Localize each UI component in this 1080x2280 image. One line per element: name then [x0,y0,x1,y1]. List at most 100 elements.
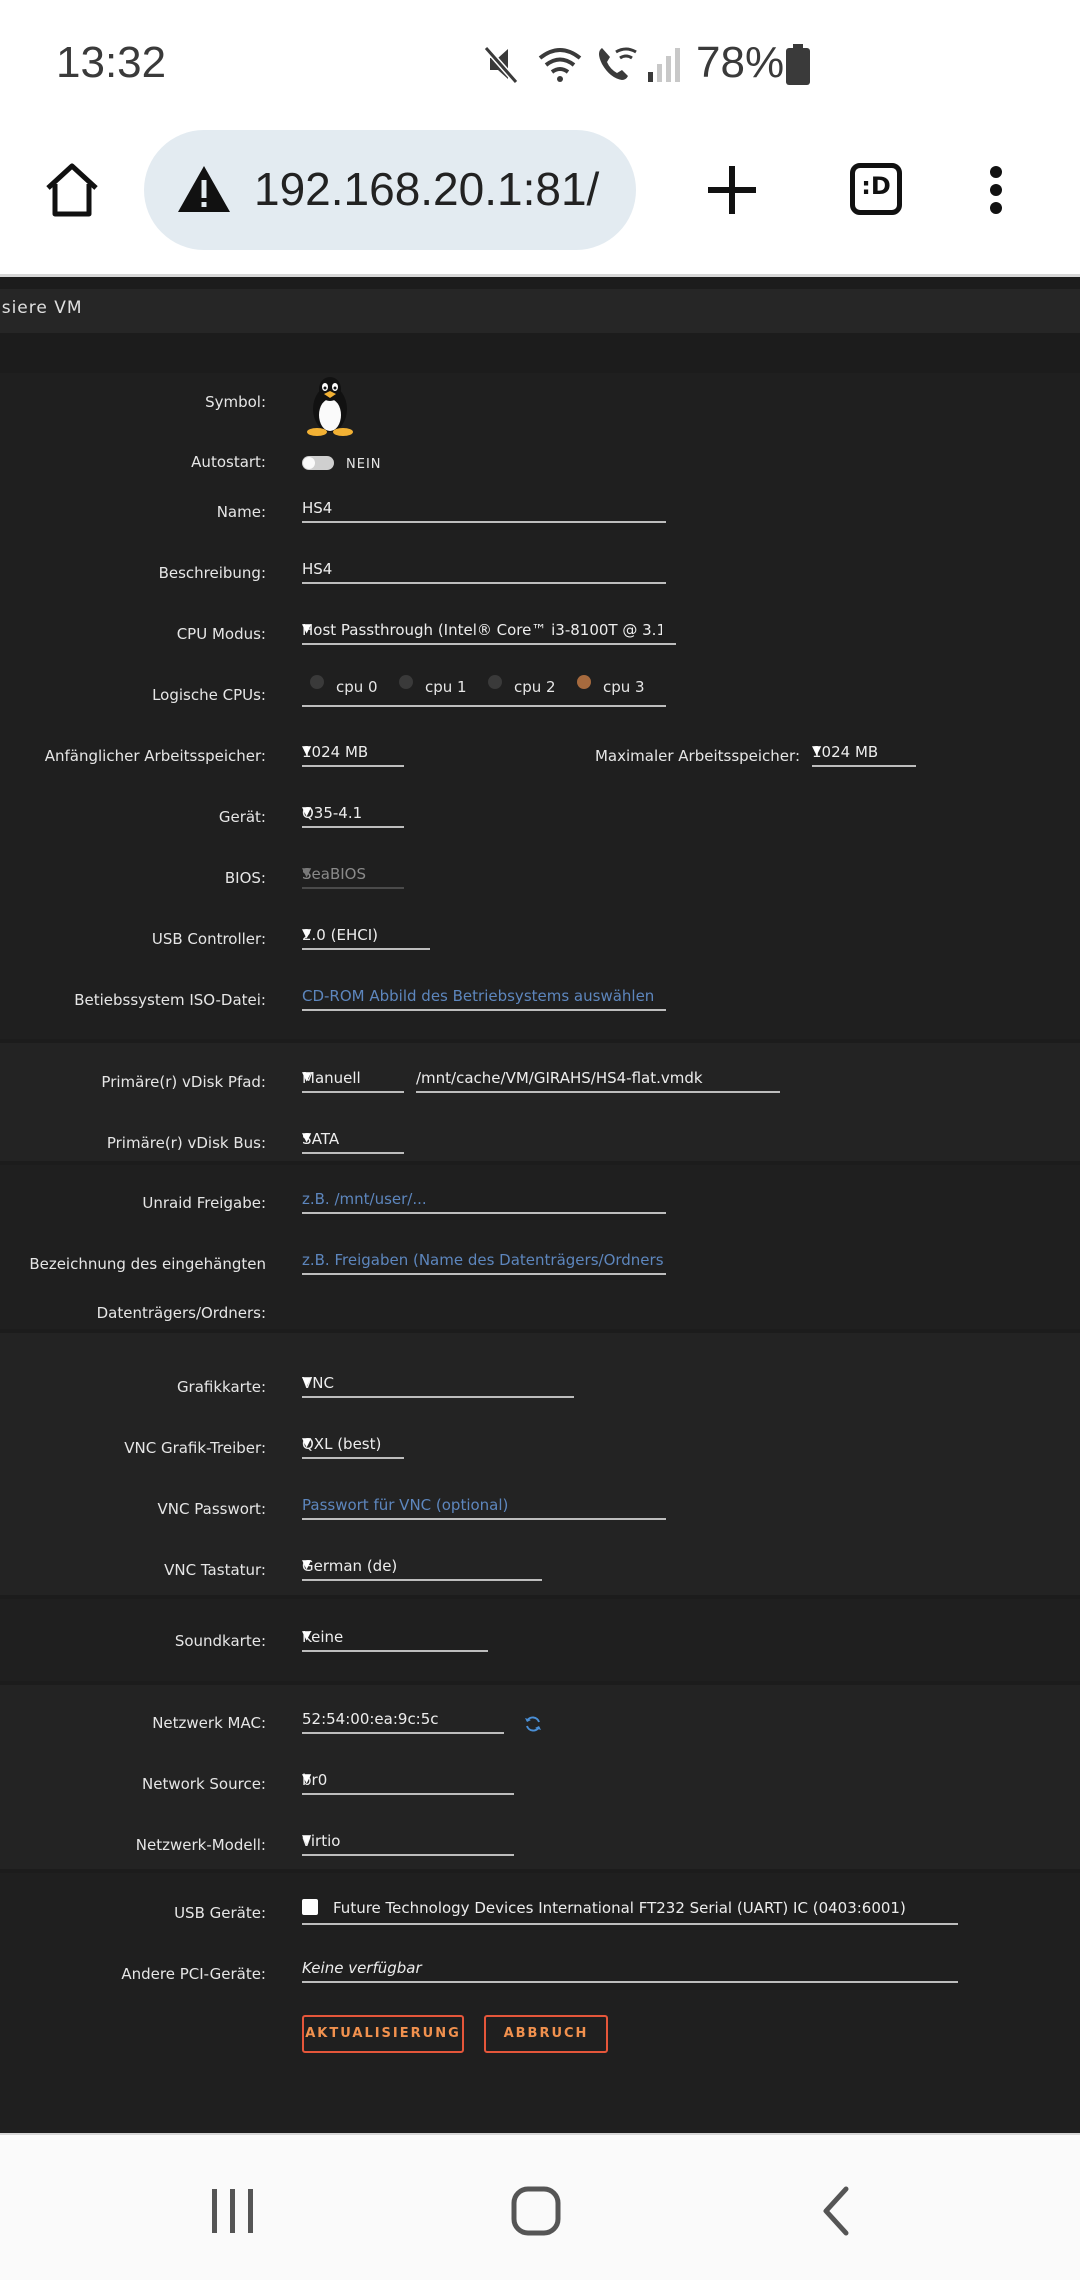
linux-tux-icon[interactable] [304,375,356,437]
autostart-toggle[interactable] [302,456,334,470]
bios-label: BIOS: [224,869,266,887]
machine-select[interactable]: Q35-4.1 ▼ [302,802,404,828]
cpu-0-label: cpu 0 [336,678,378,696]
back-icon[interactable] [818,2185,854,2237]
autostart-value: NEIN [346,457,382,472]
cpu-mode-label: CPU Modus: [176,625,266,643]
tab-switcher-icon[interactable]: :D [850,163,902,215]
android-nav-bar [0,2135,1080,2280]
cpu-1-checkbox[interactable] [399,675,413,689]
chevron-down-icon: ▼ [812,743,822,757]
section-shares: Unraid Freigabe: z.B. /mnt/user/... Beze… [0,1165,1080,1329]
page-title-bar: isiere VM [0,289,1080,333]
net-source-select[interactable]: br0 ▼ [302,1769,514,1795]
chevron-down-icon: ▼ [302,1374,312,1388]
description-input[interactable]: HS4 [302,558,666,584]
max-memory-select[interactable]: 1024 MB ▼ [812,741,916,767]
chevron-down-icon: ▼ [302,1628,312,1642]
home-icon[interactable] [42,160,102,220]
battery-icon [786,44,810,85]
initial-memory-select[interactable]: 1024 MB ▼ [302,741,404,767]
description-label: Beschreibung: [158,564,266,582]
mount-label-line2: Datenträgers/Ordners: [96,1304,266,1322]
address-bar[interactable]: 192.168.20.1:81/ [144,130,636,250]
section-devices: USB Geräte: Future Technology Devices In… [0,1873,1080,2135]
graphics-select[interactable]: VNC ▼ [302,1372,574,1398]
chevron-down-icon: ▼ [302,804,312,818]
max-memory-label: Maximaler Arbeitsspeicher: [594,747,800,765]
more-vert-icon[interactable] [982,164,1010,220]
pci-devices-value: Keine verfügbar [302,1957,958,1983]
vdisk-path-mode-select[interactable]: Manuell ▼ [302,1067,404,1093]
mute-icon [484,46,519,84]
vdisk-bus-select[interactable]: SATA ▼ [302,1128,404,1154]
section-network: Netzwerk MAC: 52:54:00:ea:9c:5c Network … [0,1685,1080,1869]
vm-edit-page: isiere VM Symbol: Autostart: NEIN Name: … [0,277,1080,2135]
usb-devices-group: Future Technology Devices International … [302,1893,958,1925]
cpu-0-checkbox[interactable] [310,675,324,689]
cpu-1-label: cpu 1 [425,678,467,696]
os-iso-input[interactable]: CD-ROM Abbild des Betriebsystems auswähl… [302,985,666,1011]
os-iso-label: Betiebssystem ISO-Datei: [74,991,266,1009]
mount-label-line1: Bezeichnung des eingehängten [29,1255,266,1273]
usb-device-checkbox[interactable] [302,1899,318,1915]
wifi-icon [538,48,582,82]
vnc-password-input[interactable]: Passwort für VNC (optional) [302,1494,666,1520]
section-graphics: Grafikkarte: VNC ▼ VNC Grafik-Treiber: QX… [0,1333,1080,1595]
cpu-checkbox-group: cpu 0 cpu 1 cpu 2 cpu 3 [302,665,666,707]
home-nav-icon[interactable] [510,2185,562,2237]
cpu-2-label: cpu 2 [514,678,556,696]
status-time: 13:32 [56,38,167,87]
vnc-password-label: VNC Passwort: [157,1500,266,1518]
graphics-label: Grafikkarte: [176,1378,266,1396]
warning-icon [178,166,230,212]
chevron-down-icon: ▼ [302,1771,312,1785]
chevron-down-icon: ▼ [302,1130,312,1144]
recent-apps-icon[interactable] [208,2187,258,2235]
chevron-down-icon: ▼ [302,1069,312,1083]
initial-memory-label: Anfänglicher Arbeitsspeicher: [44,747,266,765]
vnc-keyboard-label: VNC Tastatur: [164,1561,266,1579]
sound-select[interactable]: Keine ▼ [302,1626,488,1652]
status-bar: 13:32 78% [0,0,1080,130]
net-source-label: Network Source: [142,1775,266,1793]
name-input[interactable]: HS4 [302,497,666,523]
chevron-down-icon: ▼ [302,743,312,757]
mac-label: Netzwerk MAC: [152,1714,266,1732]
section-vdisk: Primäre(r) vDisk Pfad: Manuell ▼ /mnt/cac… [0,1043,1080,1161]
mac-input[interactable]: 52:54:00:ea:9c:5c [302,1708,504,1734]
page-title: isiere VM [0,298,83,318]
vdisk-bus-label: Primäre(r) vDisk Bus: [106,1134,266,1152]
logical-cpus-label: Logische CPUs: [152,686,266,704]
vdisk-path-label: Primäre(r) vDisk Pfad: [101,1073,266,1091]
refresh-icon[interactable] [524,1715,542,1733]
chevron-down-icon: ▼ [302,926,312,940]
cpu-3-label: cpu 3 [603,678,645,696]
mount-tag-input[interactable]: z.B. Freigaben (Name des Datenträgers/Or… [302,1249,666,1275]
usb-device-name: Future Technology Devices International … [333,1899,906,1917]
cpu-mode-select[interactable]: Host Passthrough (Intel® Core™ i3-8100T … [302,619,676,645]
chevron-down-icon: ▼ [302,1435,312,1449]
cancel-button[interactable]: ABBRUCH [484,2015,608,2053]
vnc-keyboard-select[interactable]: German (de) ▼ [302,1555,542,1581]
net-model-select[interactable]: virtio ▼ [302,1830,514,1856]
usb-devices-label: USB Geräte: [174,1904,266,1922]
cpu-3-checkbox[interactable] [577,675,591,689]
update-button[interactable]: AKTUALISIERUNG [302,2015,464,2053]
usb-controller-select[interactable]: 2.0 (EHCI) ▼ [302,924,430,950]
symbol-label: Symbol: [205,393,266,411]
share-input[interactable]: z.B. /mnt/user/... [302,1188,666,1214]
pci-label: Andere PCI-Geräte: [121,1965,266,1983]
cpu-2-checkbox[interactable] [488,675,502,689]
vnc-driver-select[interactable]: QXL (best) ▼ [302,1433,404,1459]
name-label: Name: [216,503,266,521]
machine-label: Gerät: [218,808,266,826]
chevron-down-icon: ▼ [302,621,312,635]
vnc-driver-label: VNC Grafik-Treiber: [124,1439,266,1457]
wifi-calling-icon [599,47,637,80]
bios-select: SeaBIOS ▼ [302,863,404,889]
signal-icon [648,48,680,82]
url-text: 192.168.20.1:81/ [254,163,600,215]
vdisk-path-input[interactable]: /mnt/cache/VM/GIRAHS/HS4-flat.vmdk [416,1067,780,1093]
plus-icon[interactable] [706,164,758,216]
